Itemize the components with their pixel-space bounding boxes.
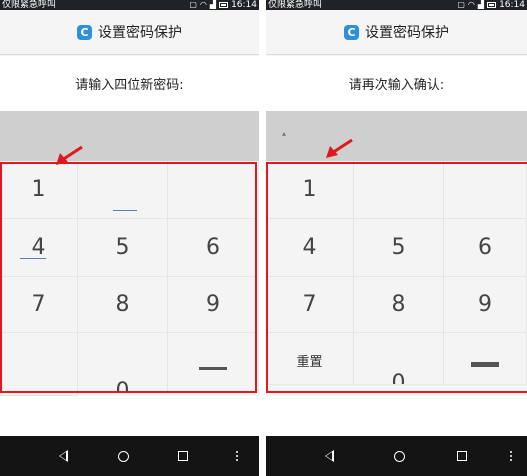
home-icon	[393, 450, 405, 462]
signal-icon: ▟	[477, 0, 485, 9]
key-7[interactable]: 7	[266, 277, 354, 333]
sim-icon: ▢	[457, 0, 465, 9]
numeric-keypad: 1 4 5 6 7 8 9 重置 0	[266, 161, 527, 396]
app-logo-icon: C	[77, 24, 92, 40]
key-3[interactable]	[444, 161, 527, 219]
recent-apps-icon	[178, 451, 188, 461]
key-0[interactable]: 0	[354, 333, 444, 385]
recent-apps-button[interactable]	[447, 436, 477, 476]
back-button[interactable]	[48, 436, 78, 476]
page-title: 设置密码保护	[365, 25, 449, 41]
red-arrow-icon	[326, 138, 353, 158]
recent-apps-button[interactable]	[168, 436, 198, 476]
touch-mark	[113, 210, 137, 211]
delete-button[interactable]	[444, 333, 527, 385]
status-time: 16:14	[499, 0, 525, 10]
status-time: 16:14	[231, 0, 257, 10]
delete-icon	[471, 362, 499, 367]
pin-display: ▴	[266, 111, 527, 161]
page-title: 设置密码保护	[98, 25, 182, 41]
menu-icon	[236, 451, 238, 461]
key-6[interactable]: 6	[168, 219, 259, 277]
home-button[interactable]	[384, 436, 414, 476]
status-icons: ▢ ◠ ▟ 16:14	[189, 0, 257, 10]
menu-icon	[510, 451, 512, 461]
navigation-bar	[0, 436, 259, 476]
title-bar: C 设置密码保护	[266, 10, 527, 55]
recent-apps-icon	[457, 451, 467, 461]
key-5[interactable]: 5	[78, 219, 168, 277]
key-4[interactable]: 4	[266, 219, 354, 277]
status-bar: 仅限紧急呼叫 ▢ ◠ ▟ 16:14	[266, 0, 527, 10]
cursor-mark: ▴	[282, 129, 287, 138]
home-button[interactable]	[108, 436, 138, 476]
key-1[interactable]: 1	[0, 161, 78, 219]
key-0-label: 0	[391, 371, 406, 385]
left-phone-screen: 仅限紧急呼叫 ▢ ◠ ▟ 16:14 C 设置密码保护 请输入四位新密码: 1 …	[0, 0, 259, 476]
battery-icon	[487, 2, 497, 8]
app-logo-icon: C	[344, 24, 359, 40]
key-6[interactable]: 6	[444, 219, 527, 277]
reset-button[interactable]: 重置	[266, 333, 354, 385]
wifi-icon: ◠	[199, 0, 207, 9]
navigation-bar	[266, 436, 527, 476]
battery-icon	[219, 2, 229, 8]
key-0[interactable]: 0	[78, 333, 168, 393]
title-bar: C 设置密码保护	[0, 10, 259, 55]
key-7[interactable]: 7	[0, 277, 78, 333]
right-phone-screen: 仅限紧急呼叫 ▢ ◠ ▟ 16:14 C 设置密码保护 请再次输入确认: ▴ 1…	[266, 0, 527, 476]
password-prompt: 请输入四位新密码:	[0, 56, 259, 111]
key-8[interactable]: 8	[78, 277, 168, 333]
back-icon	[58, 450, 68, 462]
key-1[interactable]: 1	[266, 161, 354, 219]
menu-button[interactable]	[496, 436, 526, 476]
divider	[259, 0, 266, 476]
status-text: 仅限紧急呼叫	[2, 0, 57, 10]
key-8[interactable]: 8	[354, 277, 444, 333]
red-arrow-icon	[56, 145, 83, 165]
back-button[interactable]	[314, 436, 344, 476]
bottom-spacer	[0, 396, 259, 436]
key-3[interactable]	[168, 161, 259, 219]
key-4[interactable]: 4	[0, 219, 78, 277]
bottom-spacer	[266, 396, 527, 436]
back-icon	[324, 450, 334, 462]
pin-display	[0, 111, 259, 161]
home-icon	[117, 450, 129, 462]
key-9[interactable]: 9	[444, 277, 527, 333]
status-icons: ▢ ◠ ▟ 16:14	[457, 0, 525, 10]
key-2[interactable]	[354, 161, 444, 219]
key-blank	[0, 333, 78, 396]
key-0-label: 0	[115, 379, 130, 393]
key-5[interactable]: 5	[354, 219, 444, 277]
numeric-keypad: 1 4 5 6 7 8 9 0	[0, 161, 259, 396]
signal-icon: ▟	[209, 0, 217, 9]
password-prompt: 请再次输入确认:	[266, 56, 527, 111]
delete-icon	[199, 367, 227, 370]
wifi-icon: ◠	[467, 0, 475, 9]
delete-button[interactable]	[168, 333, 259, 393]
menu-button[interactable]	[222, 436, 252, 476]
status-text: 仅限紧急呼叫	[268, 0, 323, 10]
touch-mark	[20, 258, 46, 259]
key-9[interactable]: 9	[168, 277, 259, 333]
sim-icon: ▢	[189, 0, 197, 9]
status-bar: 仅限紧急呼叫 ▢ ◠ ▟ 16:14	[0, 0, 259, 10]
